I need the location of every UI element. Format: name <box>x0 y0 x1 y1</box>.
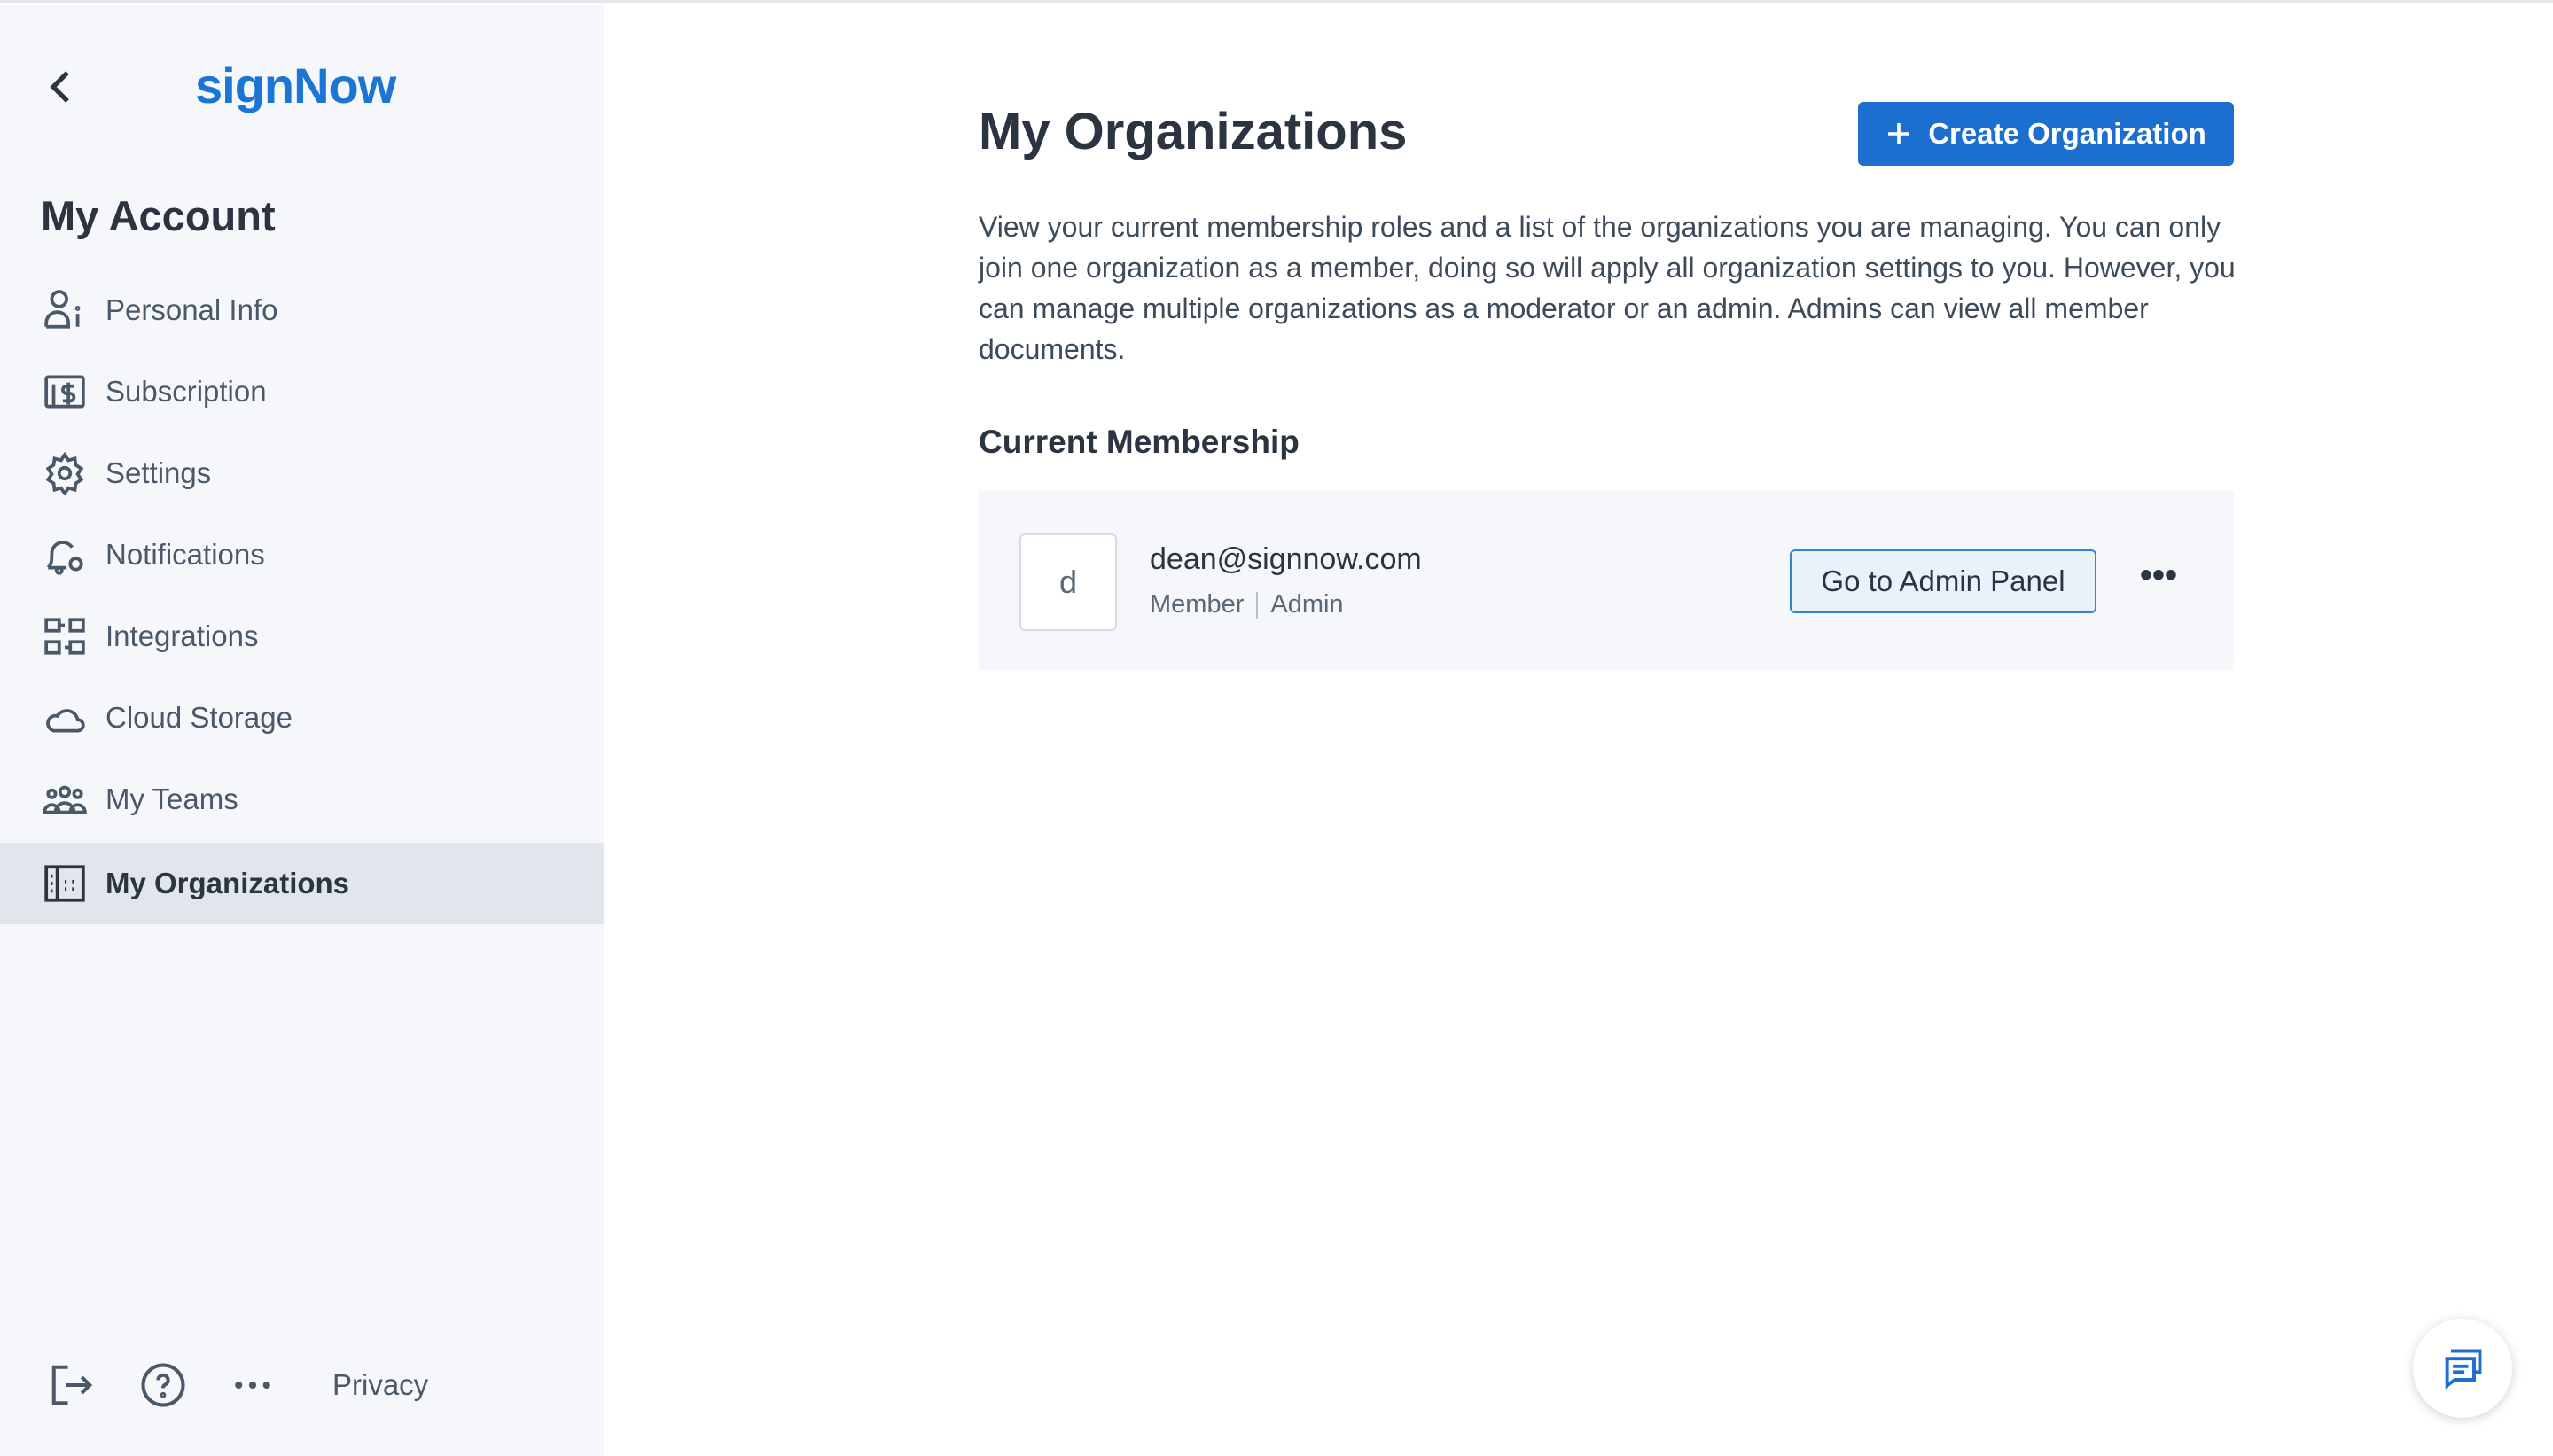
sidebar-item-subscription[interactable]: Subscription <box>0 351 604 432</box>
building-icon <box>44 865 85 902</box>
signnow-logo[interactable]: signNow <box>195 57 396 114</box>
sidebar-item-notifications[interactable]: Notifications <box>0 514 604 596</box>
chat-button[interactable] <box>2413 1319 2512 1418</box>
chat-icon <box>2445 1349 2482 1390</box>
avatar: d <box>1019 533 1117 631</box>
my-account-heading: My Account <box>41 192 276 239</box>
sidebar-item-integrations[interactable]: Integrations <box>0 596 604 677</box>
role-member: Member <box>1150 590 1245 619</box>
sidebar-item-label: Settings <box>105 456 212 489</box>
sidebar-item-personal-info[interactable]: Personal Info <box>0 269 604 351</box>
sidebar-item-my-organizations[interactable]: My Organizations <box>0 843 604 924</box>
sidebar: signNow My Account Personal Info Subscri… <box>0 5 604 1456</box>
sidebar-item-label: My Organizations <box>105 867 350 899</box>
bell-gear-icon <box>46 541 83 575</box>
go-to-admin-panel-button[interactable]: Go to Admin Panel <box>1790 549 2096 613</box>
page-description: View your current membership roles and a… <box>979 211 2236 365</box>
dollar-icon <box>44 375 85 409</box>
create-organization-button[interactable]: Create Organization <box>1858 102 2234 166</box>
member-email: dean@signnow.com <box>1150 542 1422 576</box>
person-info-icon <box>44 290 81 329</box>
sidebar-item-label: Integrations <box>105 619 259 652</box>
sidebar-item-label: Cloud Storage <box>105 701 293 734</box>
sidebar-item-settings[interactable]: Settings <box>0 432 604 514</box>
sidebar-item-label: Personal Info <box>105 293 278 326</box>
more-options-icon[interactable] <box>229 1361 277 1409</box>
sidebar-item-label: My Teams <box>105 783 238 815</box>
role-divider <box>1256 591 1259 619</box>
logout-icon[interactable] <box>48 1361 96 1409</box>
plus-icon <box>1888 123 1910 144</box>
sidebar-item-cloud-storage[interactable]: Cloud Storage <box>0 677 604 759</box>
sidebar-item-label: Subscription <box>105 375 267 408</box>
back-chevron-icon[interactable] <box>44 67 80 106</box>
current-membership-heading: Current Membership <box>979 424 1300 460</box>
membership-card: d dean@signnow.com Member Admin Go to Ad… <box>979 491 2234 670</box>
cloud-icon <box>46 709 85 733</box>
sidebar-item-my-teams[interactable]: My Teams <box>0 759 604 840</box>
sidebar-item-label: Notifications <box>105 538 265 571</box>
page-title: My Organizations <box>979 103 1408 160</box>
member-roles: Member Admin <box>1150 590 1344 619</box>
team-icon <box>43 785 87 814</box>
create-organization-label: Create Organization <box>1928 117 2206 150</box>
membership-more-icon[interactable]: ••• <box>2140 557 2184 597</box>
privacy-link[interactable]: Privacy <box>332 1368 428 1402</box>
gear-icon <box>45 451 84 495</box>
help-icon[interactable] <box>139 1361 187 1409</box>
integrations-icon <box>44 618 85 655</box>
role-admin: Admin <box>1270 590 1344 619</box>
